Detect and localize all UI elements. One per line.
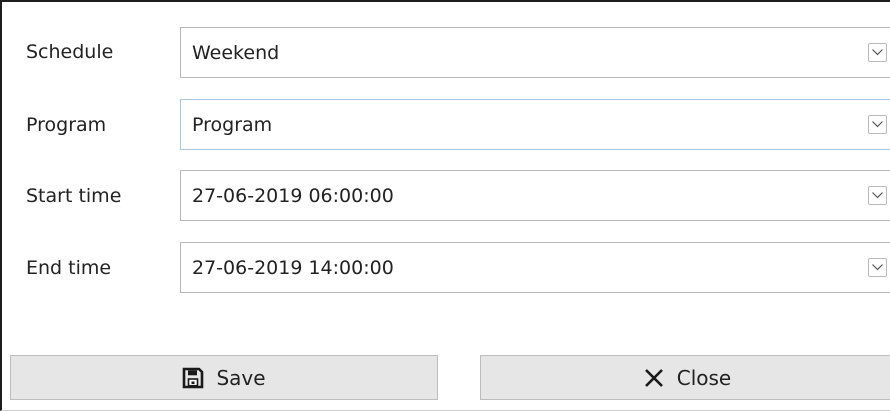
close-icon bbox=[644, 368, 663, 387]
save-icon bbox=[183, 367, 204, 388]
end-time-picker[interactable]: 27-06-2019 14:00:00 bbox=[180, 242, 890, 293]
schedule-value: Weekend bbox=[192, 42, 280, 64]
save-button-label: Save bbox=[216, 365, 266, 390]
chevron-down-icon bbox=[872, 192, 883, 199]
start-time-label: Start time bbox=[26, 185, 122, 207]
end-time-dropdown-button[interactable] bbox=[868, 258, 887, 277]
start-time-dropdown-button[interactable] bbox=[868, 186, 887, 205]
program-value: Program bbox=[192, 114, 273, 136]
program-label: Program bbox=[26, 114, 107, 136]
end-time-value: 27-06-2019 14:00:00 bbox=[192, 257, 394, 279]
program-dropdown-button[interactable] bbox=[868, 115, 887, 134]
close-button[interactable]: Close bbox=[480, 355, 890, 400]
start-time-picker[interactable]: 27-06-2019 06:00:00 bbox=[180, 170, 890, 221]
start-time-value: 27-06-2019 06:00:00 bbox=[192, 185, 394, 207]
schedule-label: Schedule bbox=[26, 41, 114, 63]
chevron-down-icon bbox=[872, 264, 883, 271]
schedule-select[interactable]: Weekend bbox=[180, 27, 890, 78]
program-select[interactable]: Program bbox=[180, 99, 890, 150]
save-button[interactable]: Save bbox=[10, 355, 438, 400]
chevron-down-icon bbox=[872, 49, 883, 56]
close-button-label: Close bbox=[676, 365, 732, 390]
schedule-dropdown-button[interactable] bbox=[868, 43, 887, 62]
end-time-label: End time bbox=[26, 257, 112, 279]
schedule-dialog: Schedule Weekend Program Program Start t… bbox=[0, 0, 890, 411]
chevron-down-icon bbox=[872, 121, 883, 128]
